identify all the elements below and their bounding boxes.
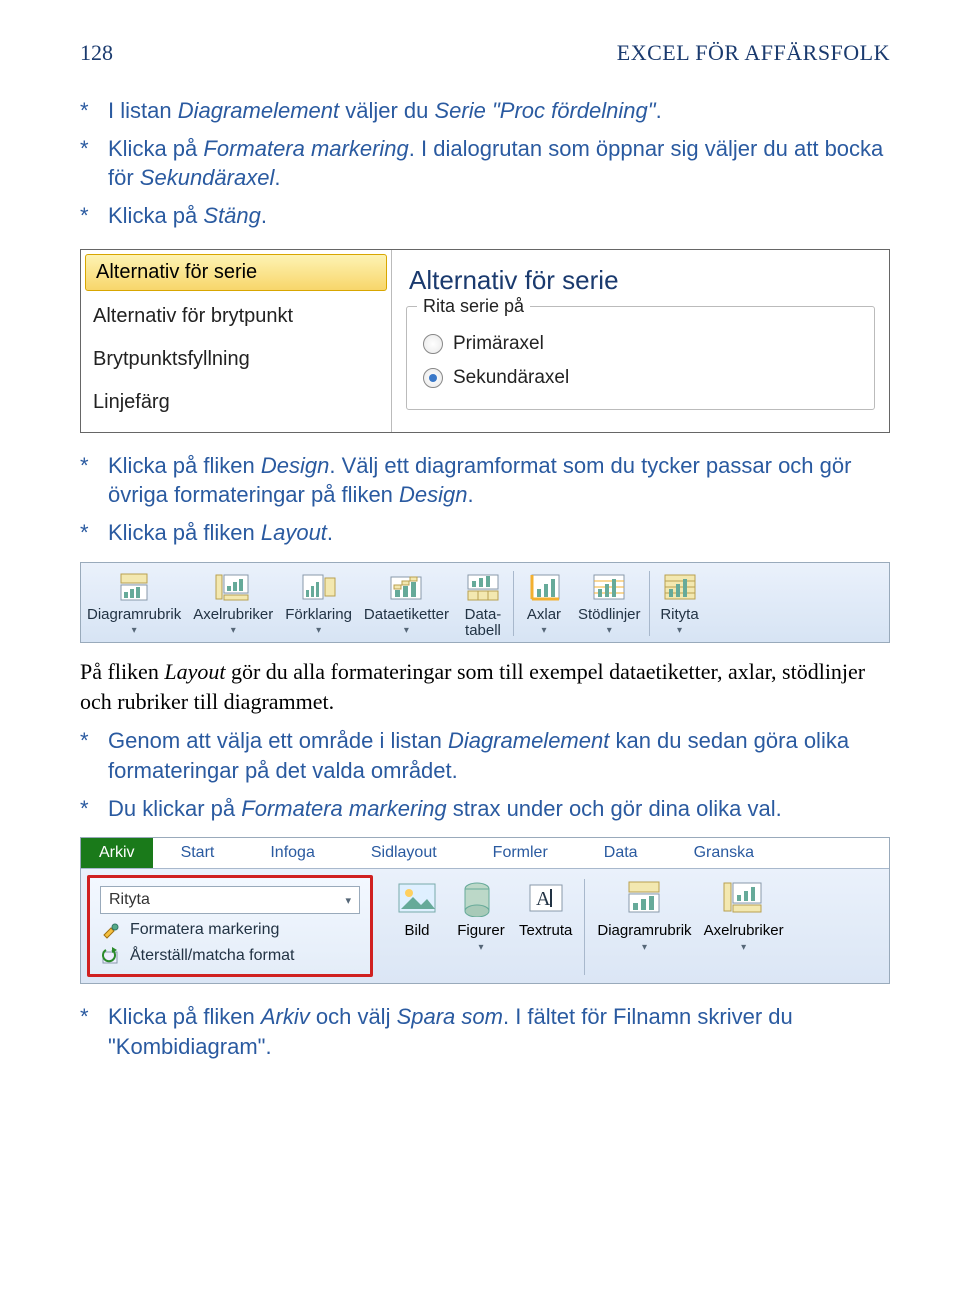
chevron-down-icon: ▾ [741,942,746,953]
tab-data[interactable]: Data [576,838,666,868]
textbox-icon: A [520,875,572,921]
ribbon-data-labels[interactable]: Dataetiketter ▾ [358,567,455,640]
chevron-down-icon: ▾ [541,625,546,636]
dialog-panel-title: Alternativ för serie [409,265,619,296]
dialog-category-list: Alternativ för serie Alternativ för bryt… [81,250,392,432]
tab-start[interactable]: Start [153,838,243,868]
format-selection-icon [100,920,122,940]
layout-ribbon-group: Diagramrubrik ▾ Axelrubriker ▾ Förklarin… [80,562,890,643]
tab-formler[interactable]: Formler [465,838,576,868]
radio-icon [423,334,443,354]
chevron-down-icon: ▾ [607,625,612,636]
step-item: * Genom att välja ett område i listan Di… [80,726,890,785]
step-item: * Klicka på fliken Layout. [80,518,890,548]
picture-icon [391,875,443,921]
ribbon-chart-title-2[interactable]: Diagramrubrik ▾ [591,873,697,981]
tab-sidlayout[interactable]: Sidlayout [343,838,465,868]
data-table-icon [461,569,505,605]
shapes-icon [455,875,507,921]
axes-icon [522,569,566,605]
ribbon-tabs: Arkiv Start Infoga Sidlayout Formler Dat… [81,838,889,869]
chevron-down-icon: ▾ [316,625,321,636]
chart-elements-combo[interactable]: Rityta ▾ [100,886,360,914]
ribbon-axis-titles[interactable]: Axelrubriker ▾ [187,567,279,640]
chevron-down-icon: ▾ [677,625,682,636]
ribbon-axes[interactable]: Axlar ▾ [516,567,572,640]
ribbon-gridlines[interactable]: Stödlinjer ▾ [572,567,647,640]
ribbon-plot-area[interactable]: Rityta ▾ [652,567,708,640]
ribbon-full: Arkiv Start Infoga Sidlayout Formler Dat… [80,837,890,984]
ribbon-legend[interactable]: Förklaring ▾ [279,567,358,640]
chevron-down-icon: ▾ [231,625,236,636]
axis-titles-icon [718,875,770,921]
ribbon-shapes[interactable]: Figurer ▾ [449,873,513,981]
radio-secondary-axis[interactable]: Sekundäraxel [423,361,858,395]
chevron-down-icon: ▾ [132,625,137,636]
format-series-dialog: Alternativ för serie Alternativ för bryt… [80,249,890,433]
tab-granska[interactable]: Granska [666,838,782,868]
step-item: * Du klickar på Formatera markering stra… [80,794,890,824]
current-selection-group: Rityta ▾ Formatera markering Återställ/m… [87,875,373,977]
data-labels-icon [384,569,428,605]
format-selection-button[interactable]: Formatera markering [100,920,360,940]
chevron-down-icon: ▾ [642,942,647,953]
page-number: 128 [80,40,113,66]
bullet-asterisk: * [80,96,108,126]
radio-primary-axis[interactable]: Primäraxel [423,327,858,361]
step-item: * Klicka på fliken Design. Välj ett diag… [80,451,890,510]
dialog-category-item[interactable]: Brytpunktsfyllning [81,338,391,381]
chevron-down-icon: ▾ [404,625,409,636]
book-title: EXCEL FÖR AFFÄRSFOLK [617,40,890,66]
ribbon-chart-title[interactable]: Diagramrubrik ▾ [81,567,187,640]
legend-icon [297,569,341,605]
ribbon-textbox[interactable]: A Textruta [513,873,578,981]
gridlines-icon [587,569,631,605]
plot-area-icon [658,569,702,605]
tab-arkiv[interactable]: Arkiv [81,838,153,868]
chevron-down-icon: ▾ [345,894,351,907]
body-paragraph: På fliken Layout gör du alla formatering… [80,657,890,716]
chart-title-icon [112,569,156,605]
dialog-category-selected[interactable]: Alternativ för serie [85,254,387,291]
dialog-category-item[interactable]: Alternativ för brytpunkt [81,295,391,338]
step-item: * Klicka på fliken Arkiv och välj Spara … [80,1002,890,1061]
ribbon-axis-titles-2[interactable]: Axelrubriker ▾ [698,873,790,981]
step-item: * Klicka på Stäng. [80,201,890,231]
svg-text:A: A [536,888,551,910]
step-item: * Klicka på Formatera markering. I dialo… [80,134,890,193]
radio-icon [423,368,443,388]
reset-match-button[interactable]: Återställ/matcha format [100,946,360,966]
plot-on-groupbox: Alternativ för serie Rita serie på Primä… [406,306,875,410]
tab-infoga[interactable]: Infoga [242,838,342,868]
chart-title-icon [618,875,670,921]
axis-titles-icon [211,569,255,605]
groupbox-label: Rita serie på [417,296,530,317]
step-item: * I listan Diagramelement väljer du Seri… [80,96,890,126]
reset-icon [100,946,122,966]
chevron-down-icon: ▾ [478,942,483,953]
ribbon-picture[interactable]: Bild [385,873,449,981]
ribbon-data-table[interactable]: Data- tabell [455,567,511,640]
dialog-category-item[interactable]: Linjefärg [81,381,391,424]
